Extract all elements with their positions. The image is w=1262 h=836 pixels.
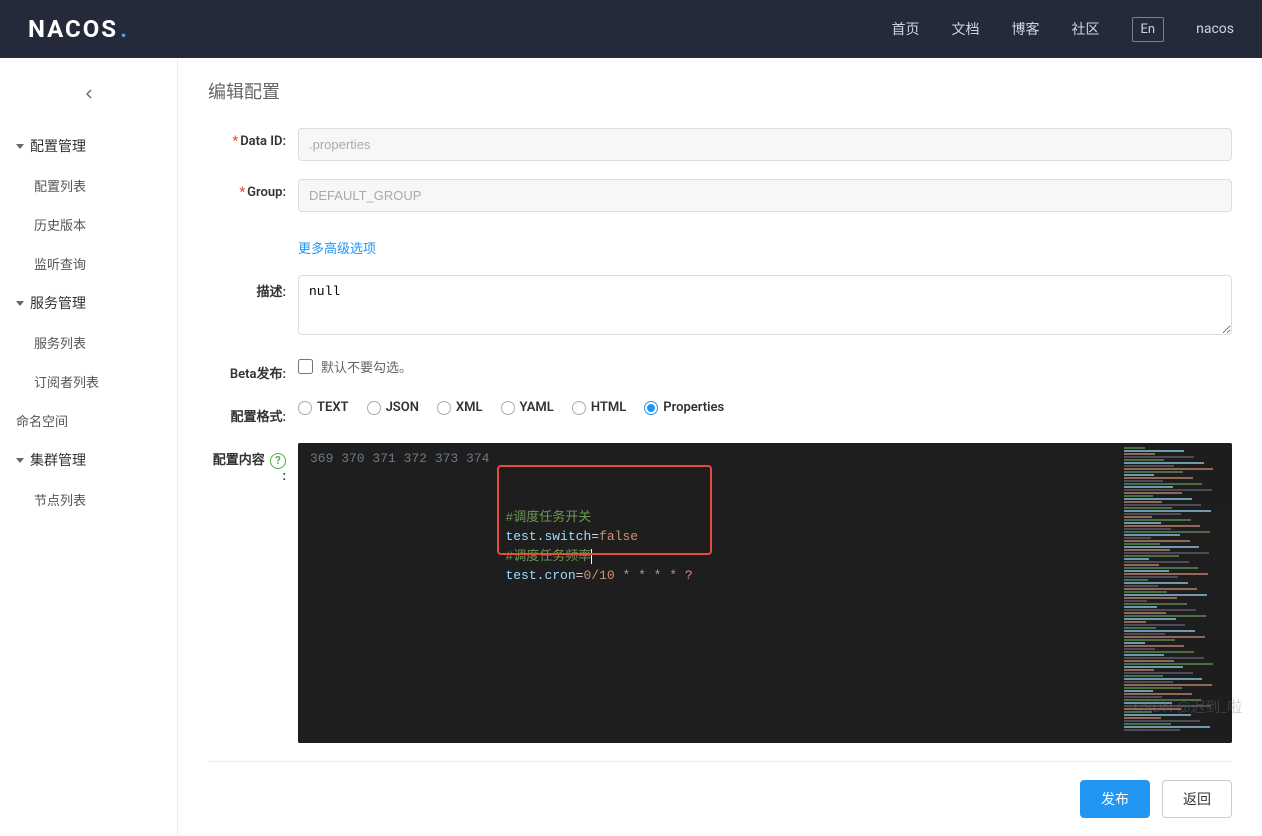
caret-down-icon	[16, 301, 24, 306]
menu-group-service[interactable]: 服务管理	[0, 283, 177, 323]
user-label[interactable]: nacos	[1196, 21, 1234, 37]
sidebar-item-subscriber[interactable]: 订阅者列表	[0, 362, 177, 401]
editor-minimap[interactable]	[1122, 443, 1232, 743]
sidebar-item-node-list[interactable]: 节点列表	[0, 480, 177, 519]
sidebar-item-history[interactable]: 历史版本	[0, 205, 177, 244]
app-header: NACOS. 首页 文档 博客 社区 En nacos	[0, 0, 1262, 58]
label-group: *Group:	[208, 179, 298, 200]
data-id-input	[298, 128, 1232, 161]
editor-gutter: 369 370 371 372 373 374	[298, 443, 497, 743]
more-options-link[interactable]: 更多高级选项	[298, 238, 376, 257]
label-format: 配置格式:	[208, 400, 298, 425]
beta-checkbox[interactable]	[298, 359, 313, 374]
lang-toggle[interactable]: En	[1132, 17, 1165, 42]
sidebar-item-listener[interactable]: 监听查询	[0, 244, 177, 283]
radio-icon	[367, 401, 381, 415]
format-radio-json[interactable]: JSON	[367, 400, 419, 415]
publish-button[interactable]: 发布	[1080, 780, 1150, 818]
sidebar-item-namespace[interactable]: 命名空间	[0, 401, 177, 440]
format-radio-yaml[interactable]: YAML	[501, 400, 554, 415]
nav-blog[interactable]: 博客	[1012, 19, 1040, 39]
label-data-id: *Data ID:	[208, 128, 298, 149]
nav-community[interactable]: 社区	[1072, 19, 1100, 39]
nav-docs[interactable]: 文档	[952, 19, 980, 39]
format-radio-group: TEXT JSON XML YAML HTML Properties	[298, 400, 1232, 415]
header-nav: 首页 文档 博客 社区 En nacos	[892, 17, 1234, 42]
chevron-left-icon	[81, 86, 97, 102]
editor-code[interactable]: #调度任务开关 test.switch=false #调度任务频率 test.c…	[497, 443, 1122, 743]
group-input	[298, 179, 1232, 212]
sidebar-item-service-list[interactable]: 服务列表	[0, 323, 177, 362]
format-radio-xml[interactable]: XML	[437, 400, 483, 415]
radio-icon	[572, 401, 586, 415]
footer-actions: 发布 返回	[208, 761, 1232, 836]
menu-group-config[interactable]: 配置管理	[0, 126, 177, 166]
sidebar: 配置管理 配置列表 历史版本 监听查询 服务管理 服务列表 订阅者列表 命名空间…	[0, 58, 178, 836]
menu-group-cluster[interactable]: 集群管理	[0, 440, 177, 480]
nav-home[interactable]: 首页	[892, 19, 920, 39]
caret-down-icon	[16, 458, 24, 463]
radio-icon	[437, 401, 451, 415]
sidebar-item-config-list[interactable]: 配置列表	[0, 166, 177, 205]
radio-icon	[298, 401, 312, 415]
radio-icon	[501, 401, 515, 415]
format-radio-text[interactable]: TEXT	[298, 400, 349, 415]
caret-down-icon	[16, 144, 24, 149]
beta-checkbox-label: 默认不要勾选。	[321, 357, 412, 376]
main-content: 编辑配置 *Data ID: *Group: 更多高级选项 描述: null	[178, 58, 1262, 836]
radio-icon	[644, 401, 658, 415]
label-desc: 描述:	[208, 275, 298, 300]
format-radio-properties[interactable]: Properties	[644, 400, 724, 415]
desc-textarea[interactable]: null	[298, 275, 1232, 335]
back-button[interactable]: 返回	[1162, 780, 1232, 818]
format-radio-html[interactable]: HTML	[572, 400, 626, 415]
help-icon[interactable]: ?	[270, 453, 286, 469]
label-beta: Beta发布:	[208, 357, 298, 382]
label-content: 配置内容 ? :	[208, 443, 298, 484]
logo: NACOS.	[28, 15, 129, 43]
code-editor[interactable]: 369 370 371 372 373 374 #调度任务开关 test.swi…	[298, 443, 1232, 743]
page-title: 编辑配置	[208, 78, 1232, 104]
collapse-sidebar-button[interactable]	[0, 76, 177, 126]
